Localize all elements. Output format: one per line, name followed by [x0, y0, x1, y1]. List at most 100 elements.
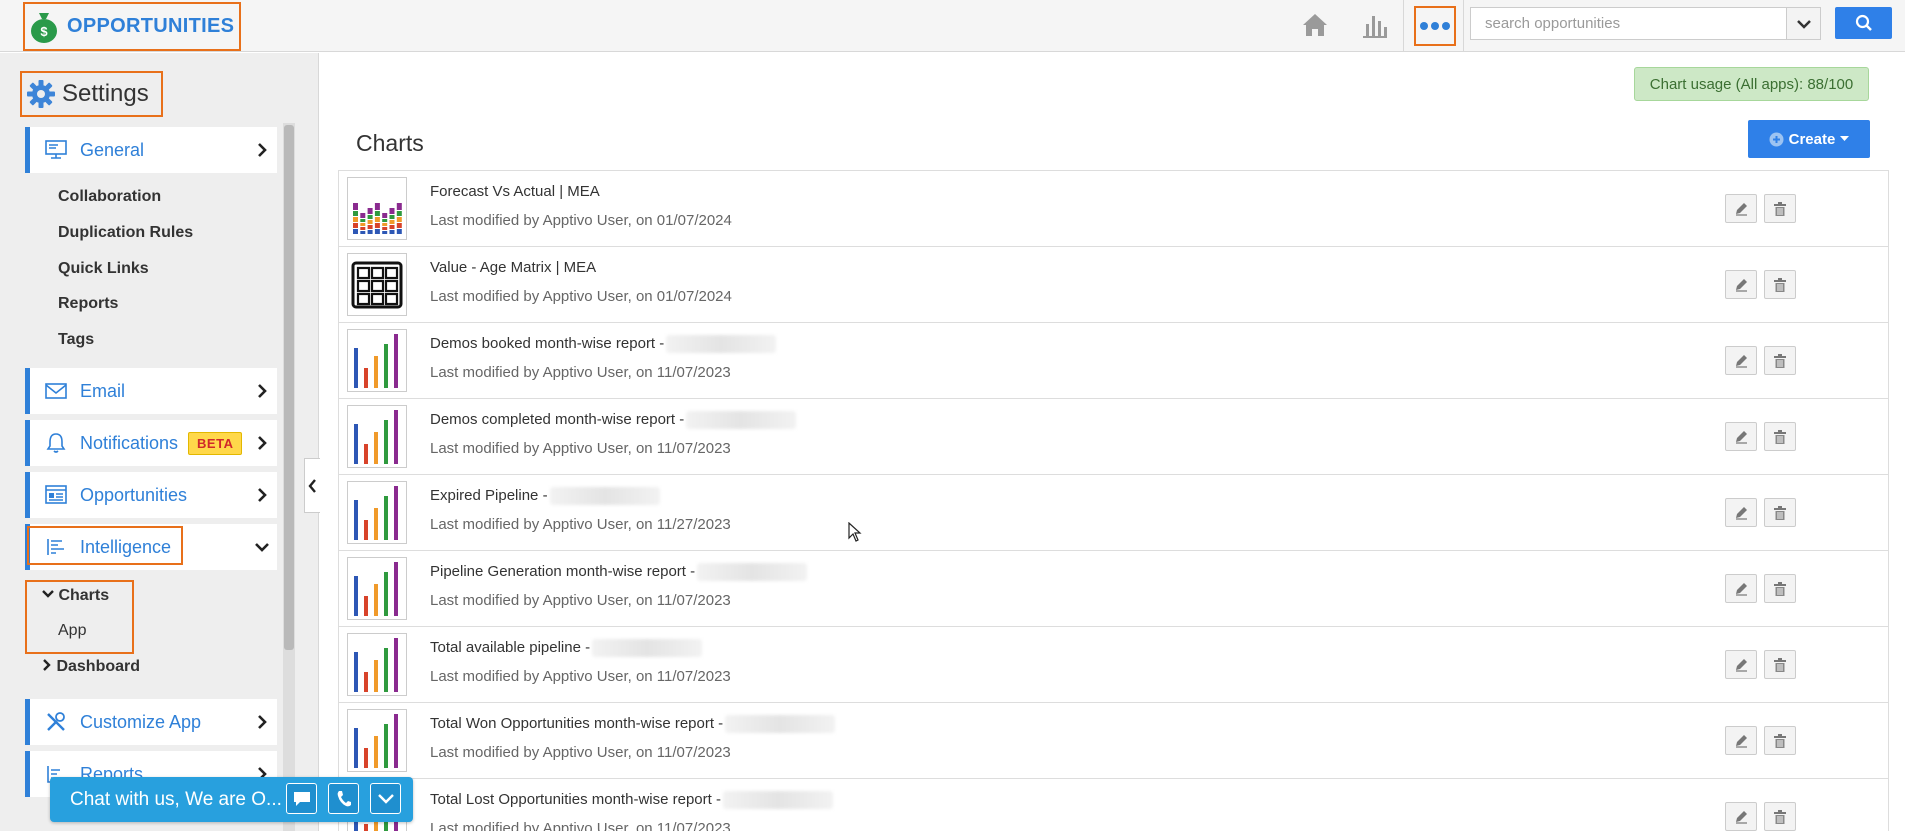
edit-button[interactable]	[1725, 650, 1757, 679]
divider	[1463, 0, 1464, 52]
chart-modified-info: Last modified by Apptivo User, on 11/07/…	[430, 592, 731, 609]
sidebar-title: Settings	[62, 80, 149, 107]
stacked-bar-chart-icon	[353, 202, 402, 234]
chart-thumbnail[interactable]	[347, 329, 407, 392]
phone-icon	[337, 790, 351, 806]
search-input[interactable]	[1471, 8, 1787, 39]
bar-chart-icon	[354, 409, 398, 464]
app-title: OPPORTUNITIES	[67, 15, 235, 37]
delete-button[interactable]	[1764, 270, 1796, 299]
chart-row[interactable]: Forecast Vs Actual | MEA Last modified by…	[338, 171, 1889, 247]
dot-icon	[1442, 22, 1450, 30]
chart-name-link[interactable]: Total Won Opportunities month-wise repor…	[430, 715, 836, 734]
chart-name-link[interactable]: Value - Age Matrix | MEA	[430, 259, 596, 276]
sidebar-subitem-duplication-rules[interactable]: Duplication Rules	[58, 224, 193, 242]
chart-name: Demos completed month-wise report -	[430, 411, 685, 428]
chart-row[interactable]: Demos booked month-wise report - Last mod…	[338, 323, 1889, 399]
sidebar-item-notifications[interactable]: Notifications BETA	[25, 420, 277, 466]
chart-row[interactable]: Total available pipeline - Last modified …	[338, 627, 1889, 703]
chat-message-button[interactable]	[286, 783, 317, 814]
edit-button[interactable]	[1725, 574, 1757, 603]
delete-button[interactable]	[1764, 574, 1796, 603]
tools-icon	[44, 711, 68, 733]
sidebar-item-opportunities[interactable]: Opportunities	[25, 472, 277, 518]
bar-chart-icon	[354, 637, 398, 692]
beta-badge: BETA	[188, 431, 243, 455]
chat-widget[interactable]: Chat with us, We are O...	[50, 777, 413, 822]
chat-minimize-button[interactable]	[370, 783, 401, 814]
chart-row[interactable]: Demos completed month-wise report - Last …	[338, 399, 1889, 475]
edit-button[interactable]	[1725, 194, 1757, 223]
sidebar-subitem-collaboration[interactable]: Collaboration	[58, 188, 161, 206]
chart-modified-info: Last modified by Apptivo User, on 11/07/…	[430, 820, 731, 831]
chart-name-link[interactable]: Demos completed month-wise report -	[430, 411, 797, 430]
delete-button[interactable]	[1764, 346, 1796, 375]
chart-row[interactable]: Total Lost Opportunities month-wise repo…	[338, 779, 1889, 831]
chart-name-link[interactable]: Forecast Vs Actual | MEA	[430, 183, 600, 200]
create-button-label: Create	[1788, 130, 1836, 148]
edit-button[interactable]	[1725, 726, 1757, 755]
edit-button[interactable]	[1725, 422, 1757, 451]
chart-row[interactable]: Value - Age Matrix | MEA Last modified by…	[338, 247, 1889, 323]
more-apps-button[interactable]	[1414, 6, 1456, 46]
dot-icon	[1431, 22, 1439, 30]
chart-name: Total Lost Opportunities month-wise repo…	[430, 791, 721, 808]
delete-button[interactable]	[1764, 726, 1796, 755]
chart-name: Forecast Vs Actual | MEA	[430, 183, 600, 200]
delete-button[interactable]	[1764, 498, 1796, 527]
chart-name-link[interactable]: Total available pipeline -	[430, 639, 703, 658]
chart-thumbnail[interactable]	[347, 557, 407, 620]
chart-modified-info: Last modified by Apptivo User, on 11/07/…	[430, 744, 731, 761]
sidebar-subitem-dashboard[interactable]: Dashboard	[42, 658, 140, 676]
sidebar-subitem-reports[interactable]: Reports	[58, 295, 118, 313]
chart-row[interactable]: Expired Pipeline - Last modified by Appti…	[338, 475, 1889, 551]
chart-thumbnail[interactable]	[347, 633, 407, 696]
delete-button[interactable]	[1764, 194, 1796, 223]
chart-thumbnail[interactable]	[347, 481, 407, 544]
edit-button[interactable]	[1725, 346, 1757, 375]
edit-button[interactable]	[1725, 802, 1757, 831]
caret-down-icon	[1840, 136, 1850, 141]
delete-button[interactable]	[1764, 802, 1796, 831]
search-button[interactable]	[1835, 7, 1892, 39]
chevron-down-icon	[377, 793, 394, 804]
chart-thumbnail[interactable]	[347, 709, 407, 772]
analytics-icon[interactable]	[1360, 10, 1390, 40]
sidebar-subitem-quick-links[interactable]: Quick Links	[58, 260, 149, 278]
edit-button[interactable]	[1725, 270, 1757, 299]
chart-name-link[interactable]: Pipeline Generation month-wise report -	[430, 563, 808, 582]
chart-name-link[interactable]: Total Lost Opportunities month-wise repo…	[430, 791, 833, 810]
chart-thumbnail[interactable]	[347, 177, 407, 240]
edit-button[interactable]	[1725, 498, 1757, 527]
redacted-text	[722, 791, 833, 810]
chart-name-link[interactable]: Demos booked month-wise report -	[430, 335, 777, 354]
collapse-sidebar-button[interactable]	[304, 458, 320, 513]
mouse-cursor-icon	[848, 522, 862, 542]
sidebar-scrollbar[interactable]	[284, 125, 294, 650]
chart-modified-info: Last modified by Apptivo User, on 11/07/…	[430, 440, 731, 457]
sidebar-item-general[interactable]: General	[25, 127, 277, 173]
pencil-icon	[1735, 659, 1747, 672]
delete-button[interactable]	[1764, 650, 1796, 679]
sidebar-item-customize-app[interactable]: Customize App	[25, 699, 277, 745]
search-filter-dropdown[interactable]	[1786, 8, 1820, 39]
sidebar-item-email[interactable]: Email	[25, 368, 277, 414]
redacted-text	[725, 715, 836, 734]
chart-name-link[interactable]: Expired Pipeline -	[430, 487, 660, 506]
trash-icon	[1774, 657, 1786, 672]
delete-button[interactable]	[1764, 422, 1796, 451]
chart-row[interactable]: Total Won Opportunities month-wise repor…	[338, 703, 1889, 779]
chart-thumbnail[interactable]	[347, 253, 407, 316]
chevron-right-icon	[253, 433, 271, 453]
create-button[interactable]: Create	[1748, 120, 1870, 158]
chart-thumbnail[interactable]	[347, 405, 407, 468]
app-brand[interactable]: $ OPPORTUNITIES	[23, 2, 241, 51]
chat-call-button[interactable]	[328, 783, 359, 814]
highlight-box	[25, 580, 134, 654]
search-box	[1470, 7, 1821, 40]
home-icon[interactable]	[1300, 10, 1330, 40]
plus-circle-icon	[1769, 132, 1784, 146]
sidebar-subitem-tags[interactable]: Tags	[58, 331, 94, 349]
envelope-icon	[44, 380, 68, 402]
chart-row[interactable]: Pipeline Generation month-wise report - L…	[338, 551, 1889, 627]
